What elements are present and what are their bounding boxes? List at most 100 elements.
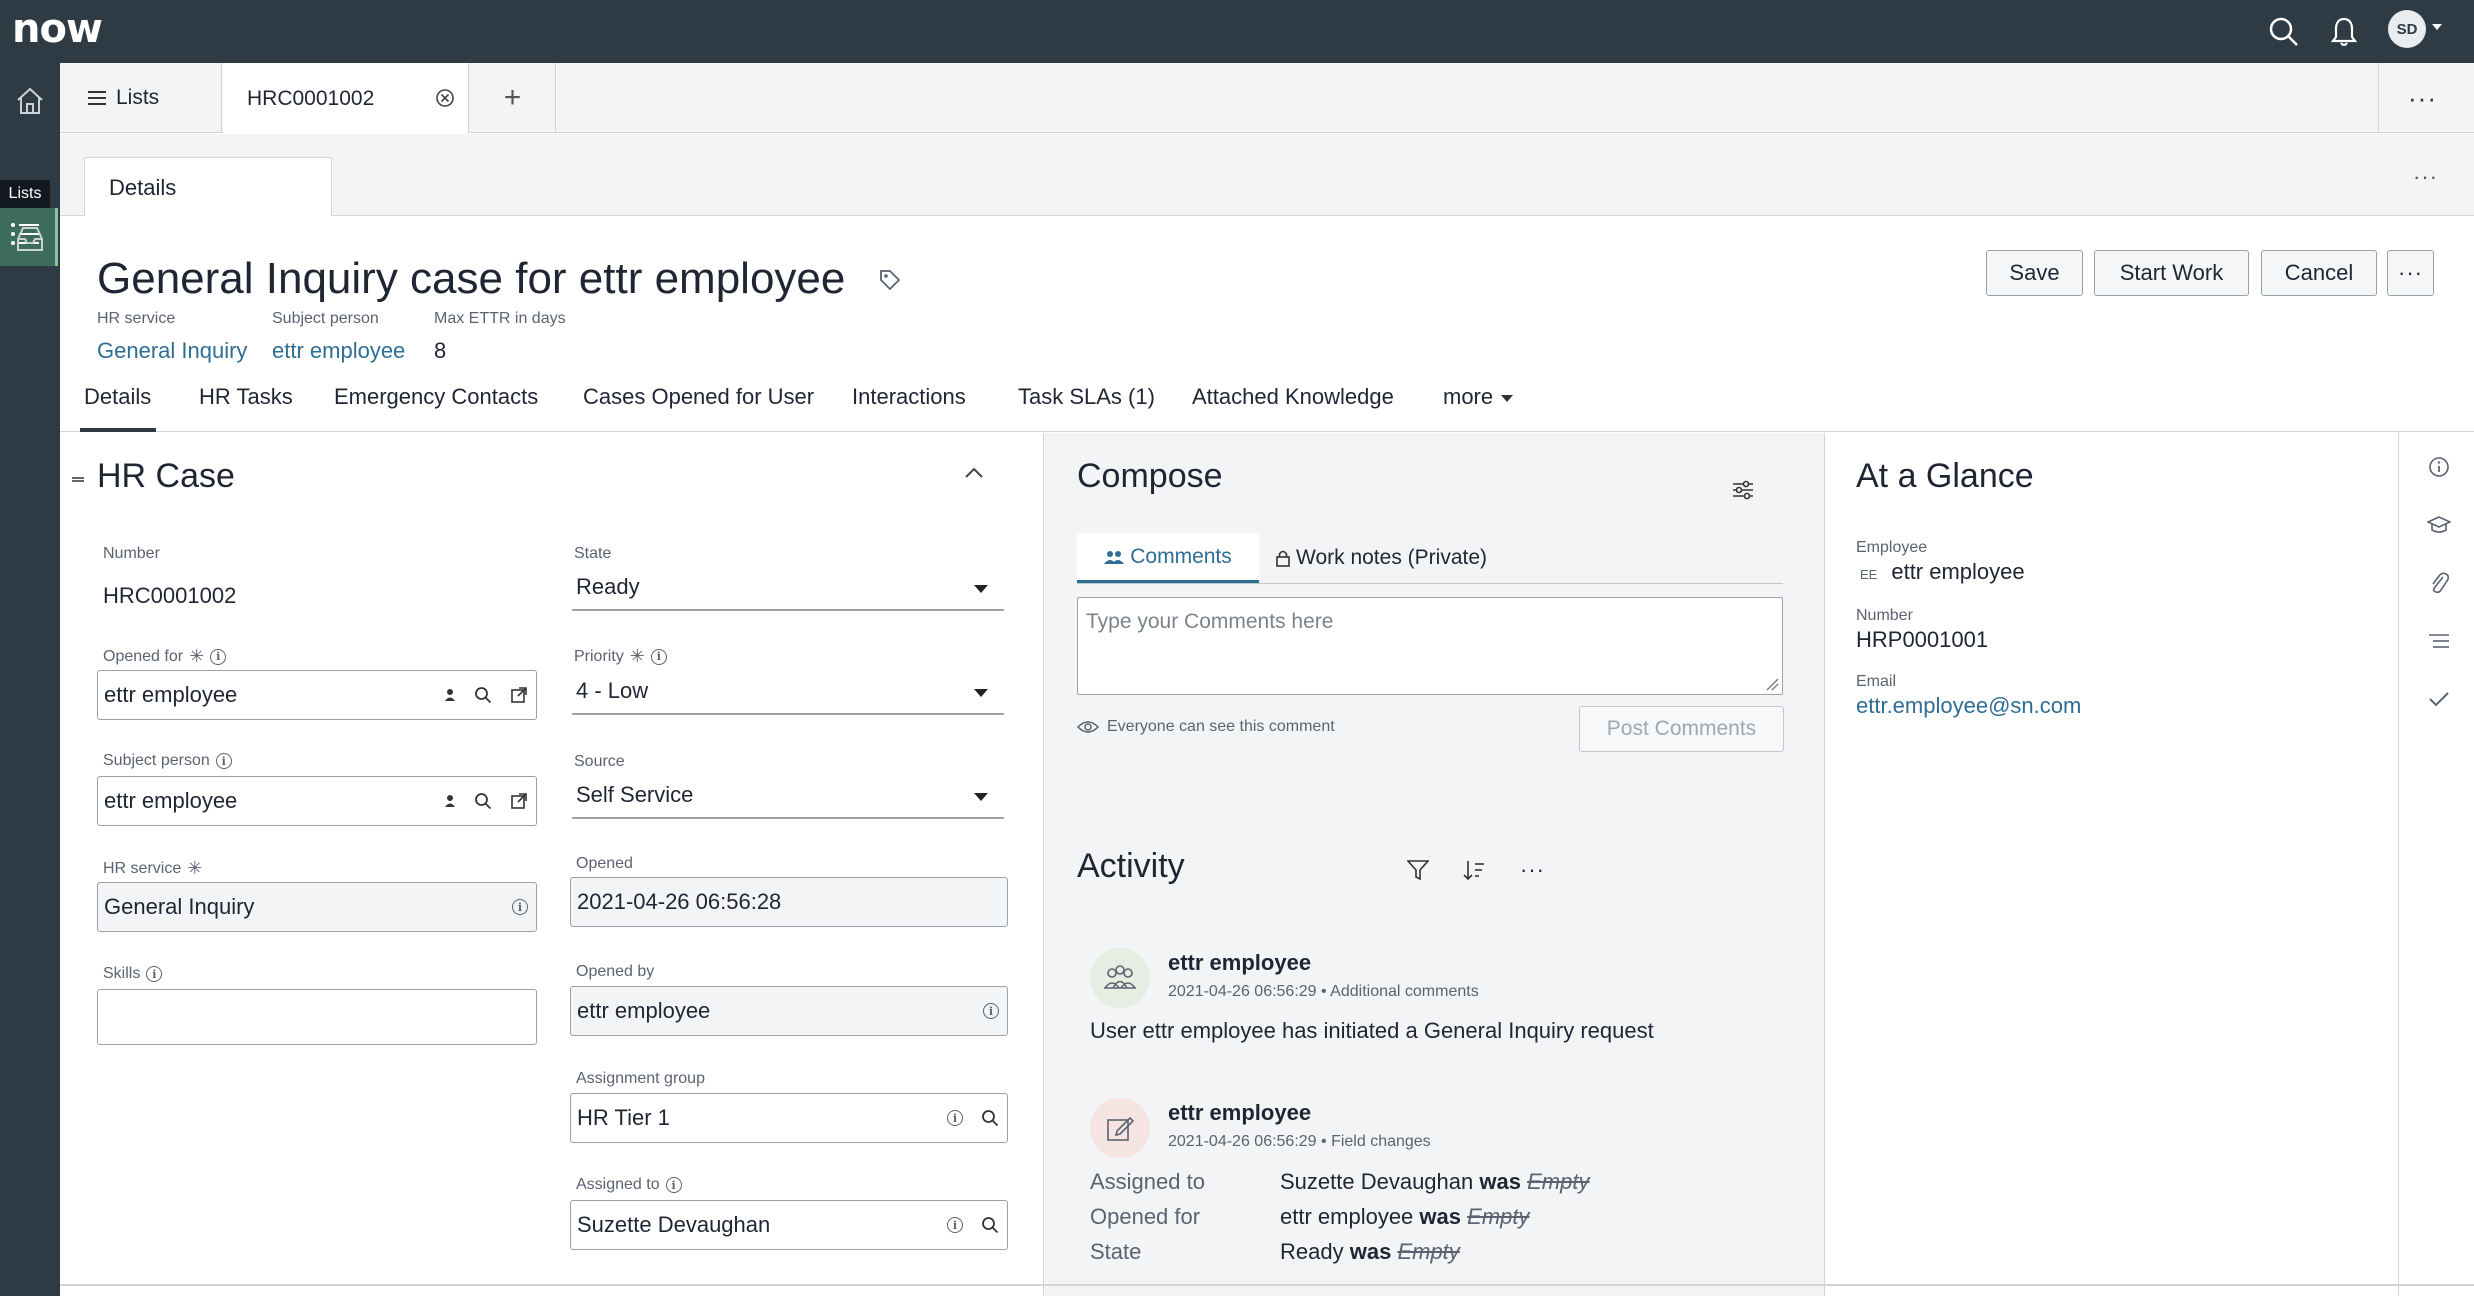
subject-person-label: Subject person i <box>103 752 232 770</box>
filter-icon[interactable] <box>1407 859 1429 881</box>
comment-placeholder: Type your Comments here <box>1086 610 1334 633</box>
meta-subject-person: Subject person ettr employee <box>272 310 405 364</box>
start-work-button[interactable]: Start Work <box>2094 250 2249 296</box>
info-icon[interactable]: i <box>983 1003 999 1019</box>
resize-handle-icon[interactable] <box>1765 677 1779 691</box>
user-menu-chevron-down-icon[interactable] <box>2432 24 2442 30</box>
subtab-details[interactable]: Details <box>84 157 332 217</box>
info-icon[interactable]: i <box>512 899 528 915</box>
hr-service-link[interactable]: General Inquiry <box>97 338 247 364</box>
email-label: Email <box>1856 673 1897 690</box>
field-change-value: Suzette Devaughan was Empty <box>1280 1169 1590 1194</box>
form-tab-bar: Details HR Tasks Emergency Contacts Case… <box>60 376 2474 432</box>
chevron-down-icon <box>1501 394 1514 402</box>
info-icon[interactable] <box>2425 453 2453 481</box>
checklist-icon[interactable] <box>2425 627 2453 655</box>
active-tab-indicator <box>80 428 156 432</box>
home-icon[interactable] <box>10 81 50 121</box>
tab-record[interactable]: HRC0001002 <box>223 63 469 134</box>
activity-more-icon[interactable]: ··· <box>1520 857 1545 883</box>
hr-service-field[interactable]: General Inquiry i <box>97 882 537 932</box>
inbox-icon[interactable] <box>10 219 50 259</box>
field-change-label: State <box>1090 1239 1142 1264</box>
search-icon[interactable] <box>981 1109 999 1127</box>
tab-task-slas[interactable]: Task SLAs (1) <box>1018 384 1155 410</box>
required-icon: ✳ <box>629 646 645 666</box>
drag-handle-icon[interactable] <box>72 477 84 482</box>
skills-label: Skills i <box>103 965 163 983</box>
opened-for-field[interactable]: ettr employee <box>97 670 537 720</box>
meta-max-ettr: Max ETTR in days 8 <box>434 310 566 364</box>
comment-textarea[interactable]: Type your Comments here <box>1077 597 1783 695</box>
tab-cases-opened-for-user[interactable]: Cases Opened for User <box>583 384 814 410</box>
divider <box>1077 583 1783 584</box>
left-rail: Lists <box>0 63 60 1296</box>
skills-field[interactable] <box>97 989 537 1045</box>
tab-emergency-contacts[interactable]: Emergency Contacts <box>334 384 538 410</box>
person-icon[interactable] <box>444 794 456 808</box>
field-change-label: Assigned to <box>1090 1169 1205 1194</box>
assignment-group-field[interactable]: HR Tier 1 i <box>570 1093 1008 1143</box>
save-button[interactable]: Save <box>1986 250 2083 296</box>
info-icon[interactable]: i <box>947 1217 963 1233</box>
opened-by-label: Opened by <box>576 963 655 980</box>
hr-service-label: HR service ✳ <box>103 858 203 878</box>
priority-select[interactable]: 4 - Low <box>572 669 1004 715</box>
info-icon: i <box>665 1177 682 1193</box>
tab-lists[interactable]: Lists <box>60 63 222 133</box>
chevron-down-icon <box>974 585 988 593</box>
open-record-icon[interactable] <box>510 792 528 810</box>
tabs-more-button[interactable]: ··· <box>2378 63 2466 133</box>
paperclip-icon[interactable] <box>2425 569 2453 597</box>
employee-value: EE ettr employee <box>1856 559 2025 585</box>
subject-person-link[interactable]: ettr employee <box>272 338 405 364</box>
person-icon[interactable] <box>444 688 456 702</box>
now-logo[interactable]: now <box>12 6 103 52</box>
post-comments-button[interactable]: Post Comments <box>1579 706 1784 752</box>
info-icon: i <box>215 753 232 769</box>
subject-person-field[interactable]: ettr employee <box>97 776 537 826</box>
close-tab-icon[interactable] <box>435 88 455 108</box>
assignment-group-value: HR Tier 1 <box>577 1105 670 1130</box>
email-link[interactable]: ettr.employee@sn.com <box>1856 693 2081 719</box>
notifications-bell-icon[interactable] <box>2324 12 2364 52</box>
cancel-button[interactable]: Cancel <box>2261 250 2377 296</box>
tab-more[interactable]: more <box>1443 384 1514 410</box>
tab-hr-tasks[interactable]: HR Tasks <box>199 384 293 410</box>
search-icon[interactable] <box>474 792 492 810</box>
tag-icon[interactable] <box>878 268 902 292</box>
tab-details[interactable]: Details <box>84 384 151 410</box>
required-icon: ✳ <box>189 646 205 666</box>
user-avatar[interactable]: SD <box>2388 10 2426 48</box>
source-select[interactable]: Self Service <box>572 773 1004 819</box>
glance-title: At a Glance <box>1856 457 2034 495</box>
tab-comments[interactable]: Comments <box>1077 533 1259 583</box>
state-value: Ready <box>576 574 640 599</box>
settings-sliders-icon[interactable] <box>1732 479 1754 501</box>
tab-attached-knowledge[interactable]: Attached Knowledge <box>1192 384 1394 410</box>
opened-by-field[interactable]: ettr employee i <box>570 986 1008 1036</box>
add-tab-button[interactable]: + <box>470 63 556 133</box>
tab-comments-label: Comments <box>1130 544 1232 568</box>
info-icon[interactable]: i <box>947 1110 963 1126</box>
list-icon <box>88 90 106 106</box>
search-icon[interactable] <box>2264 12 2304 52</box>
graduation-cap-icon[interactable] <box>2425 511 2453 539</box>
top-navigation-bar: now SD <box>0 0 2474 63</box>
assigned-to-field[interactable]: Suzette Devaughan i <box>570 1200 1008 1250</box>
search-icon[interactable] <box>981 1216 999 1234</box>
tab-work-notes[interactable]: Work notes (Private) <box>1266 533 1487 583</box>
tab-interactions[interactable]: Interactions <box>852 384 966 410</box>
more-actions-button[interactable]: ··· <box>2387 250 2434 296</box>
state-select[interactable]: Ready <box>572 565 1004 611</box>
sort-icon[interactable] <box>1463 859 1485 881</box>
rail-tooltip: Lists <box>0 180 50 208</box>
subtab-more-button[interactable]: ··· <box>2413 164 2438 190</box>
chevron-up-icon[interactable] <box>964 467 984 479</box>
meta-hr-service: HR service General Inquiry <box>97 310 247 364</box>
search-icon[interactable] <box>474 686 492 704</box>
checkmark-icon[interactable] <box>2425 685 2453 713</box>
eye-icon <box>1077 720 1099 734</box>
open-record-icon[interactable] <box>510 686 528 704</box>
page-title: General Inquiry case for ettr employee <box>97 254 846 303</box>
